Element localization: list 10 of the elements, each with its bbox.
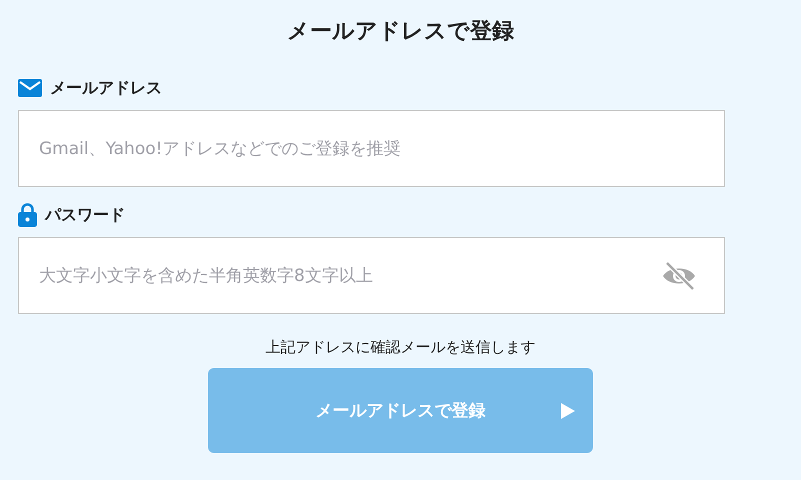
lock-icon — [18, 203, 37, 227]
field-label: パスワード — [45, 204, 125, 226]
field-label: メールアドレス — [50, 78, 162, 98]
email-field[interactable]: Gmail、Yahoo!アドレスなどでのご登録を推奨 — [18, 110, 725, 187]
envelope-icon — [18, 79, 42, 97]
info-text: 上記アドレスに確認メールを送信します — [266, 337, 536, 358]
play-icon — [561, 403, 575, 419]
password-field[interactable]: 大文字小文字を含めた半角英数字8文字以上 — [18, 237, 725, 314]
eye-slash-icon[interactable] — [661, 261, 697, 291]
page-title: メールアドレスで登録 — [287, 18, 514, 46]
